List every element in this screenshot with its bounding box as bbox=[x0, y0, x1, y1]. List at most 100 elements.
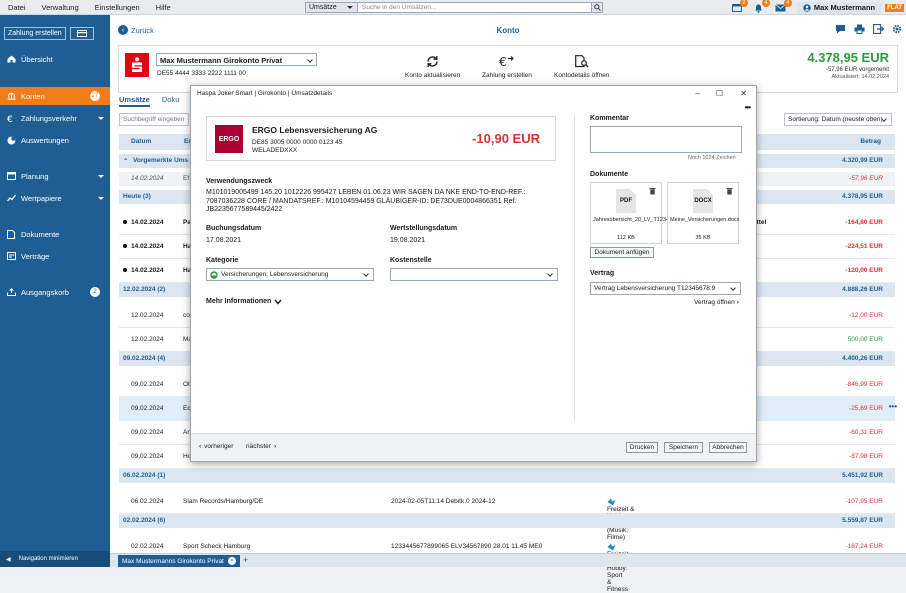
minimize-window-button[interactable]: – bbox=[696, 89, 700, 98]
last-updated: Aktualisiert: 14.02.2024 bbox=[831, 74, 889, 80]
menu-file[interactable]: Datei bbox=[0, 3, 34, 12]
top-icons: 2 4 4 Max Mustermann FLAT bbox=[731, 0, 906, 15]
row-purpose: 2024-02-05T11:14 Debitk.0 2024-12 bbox=[391, 498, 496, 505]
document-size: 112 KB bbox=[617, 235, 635, 241]
group-label: 09.02.2024 (4) bbox=[123, 355, 166, 362]
payee-name: ERGO Lebensversicherung AG bbox=[252, 125, 378, 135]
refresh-account-button[interactable]: Konto aktualisieren bbox=[405, 54, 460, 79]
cost-center-select[interactable] bbox=[390, 268, 558, 281]
maximize-window-button[interactable]: ☐ bbox=[716, 89, 723, 98]
row-amount: 4.888,26 EUR bbox=[842, 286, 883, 293]
bank-icon bbox=[7, 92, 15, 100]
previous-button[interactable]: ‹ vorheriger bbox=[199, 443, 233, 450]
row-amount: -187,24 EUR bbox=[845, 543, 883, 550]
sidebar-item-contracts[interactable]: Verträge bbox=[0, 247, 110, 265]
document-name: Jahresübersicht_20_LV_T12345678.9.pdf bbox=[593, 217, 696, 223]
open-contract-link[interactable]: Vertrag öffnen › bbox=[694, 299, 739, 306]
card-button[interactable] bbox=[69, 27, 94, 40]
sidebar-item-documents[interactable]: Dokumente bbox=[0, 225, 110, 243]
create-payment-button[interactable]: € Zahlung erstellen bbox=[482, 54, 532, 79]
chevron-up-icon[interactable]: ⌃ bbox=[123, 157, 128, 165]
search-scope-select[interactable]: Umsätze bbox=[306, 3, 358, 12]
menu-settings[interactable]: Einstellungen bbox=[87, 3, 148, 12]
cancel-button[interactable]: Abbrechen bbox=[709, 442, 747, 453]
comment-textarea[interactable] bbox=[590, 126, 742, 153]
export-icon[interactable] bbox=[873, 24, 884, 34]
sidebar-item-payments[interactable]: € Zahlungsverkehr bbox=[0, 109, 110, 127]
row-amount: -87,98 EUR bbox=[849, 453, 883, 460]
category-select[interactable]: Versicherungen: Lebensversicherung bbox=[206, 268, 374, 281]
table-row[interactable]: 06.02.2024 Slam Records/Hamburg/DE 2024-02… bbox=[119, 490, 895, 541]
calendar-icon bbox=[6, 172, 16, 180]
row-amount: 5.451,92 EUR bbox=[842, 472, 883, 479]
print-icon[interactable] bbox=[854, 24, 865, 34]
column-amount[interactable]: Betrag bbox=[860, 138, 881, 145]
group-header-row[interactable]: 02.02.2024 (6) 5.559,87 EUR bbox=[119, 514, 895, 528]
user-menu[interactable]: Max Mustermann bbox=[796, 1, 882, 14]
save-button[interactable]: Speichern bbox=[664, 442, 703, 453]
print-button[interactable]: Drucken bbox=[626, 442, 658, 453]
notifications-badge: 4 bbox=[761, 0, 770, 7]
account-select[interactable]: Max Mustermann Girokonto Privat bbox=[156, 53, 317, 66]
sidebar-item-overview[interactable]: Übersicht bbox=[0, 50, 110, 68]
more-info-toggle[interactable]: Mehr Informationen bbox=[206, 298, 282, 305]
trash-icon[interactable] bbox=[726, 187, 733, 195]
sidebar-item-accounts[interactable]: Konten 27 bbox=[0, 87, 110, 105]
sidebar-item-securities[interactable]: Wertpapiere bbox=[0, 189, 110, 207]
messages-button[interactable]: 4 bbox=[775, 0, 792, 13]
row-date: 14.02.2024 bbox=[131, 175, 164, 182]
calendar-button[interactable]: 2 bbox=[731, 0, 748, 13]
sidebar-item-analytics[interactable]: Auswertungen bbox=[0, 131, 110, 149]
sidebar-item-planning[interactable]: Planung bbox=[0, 167, 110, 185]
account-document-tab[interactable]: Max Mustermanns Girokonto Privat × bbox=[118, 555, 240, 567]
trash-icon[interactable] bbox=[649, 187, 656, 195]
sort-select[interactable]: Sortierung: Datum (neuste oben) bbox=[784, 113, 892, 126]
sparkasse-s-icon bbox=[132, 57, 142, 72]
document-card-pdf[interactable]: PDF Jahresübersicht_20_LV_T12345678.9.pd… bbox=[590, 182, 696, 244]
more-options-icon[interactable]: ••• bbox=[745, 103, 751, 112]
transaction-details-dialog: Haspa Joker Smart | Girokonto | Umsatzde… bbox=[190, 85, 757, 462]
menu-administration[interactable]: Verwaltung bbox=[34, 3, 87, 12]
open-account-details-button[interactable]: Kontodetails öffnen bbox=[554, 54, 610, 79]
transaction-filter-input[interactable]: Suchbegriff eingeben bbox=[119, 113, 189, 126]
chevron-down-icon bbox=[98, 175, 104, 181]
document-name: Meine_Versicherungen.docx bbox=[670, 217, 740, 223]
tab-transactions[interactable]: Umsätze bbox=[119, 95, 150, 107]
row-date: 12.02.2024 bbox=[131, 336, 164, 343]
make-payment-button[interactable]: Zahlung erstellen bbox=[4, 27, 66, 40]
dialog-divider bbox=[574, 116, 575, 421]
unread-dot-icon bbox=[123, 268, 127, 272]
close-icon[interactable]: × bbox=[227, 557, 236, 565]
column-date[interactable]: Datum bbox=[131, 138, 151, 145]
contract-select[interactable]: Vertrag Lebensversicherung T12345678.9 bbox=[590, 282, 741, 295]
previous-label: vorheriger bbox=[204, 443, 234, 450]
payee-card: ERGO ERGO Lebensversicherung AG DE85 300… bbox=[206, 116, 556, 161]
notifications-button[interactable]: 4 bbox=[753, 0, 770, 13]
balance-amount: 4.378,95 EUR bbox=[807, 50, 889, 65]
sidebar-item-outbox[interactable]: Ausgangskorb 2 bbox=[0, 283, 110, 301]
attach-document-button[interactable]: Dokument anfügen bbox=[590, 247, 654, 258]
chevron-down-icon bbox=[98, 197, 104, 203]
booking-date: 17.08.2021 bbox=[206, 237, 242, 244]
search-input[interactable]: Suche in den Umsätzen... bbox=[358, 3, 591, 12]
row-date: 14.02.2024 bbox=[131, 243, 164, 250]
calendar-badge: 2 bbox=[739, 0, 748, 7]
contract-icon bbox=[6, 252, 16, 260]
next-button[interactable]: nächster › bbox=[246, 443, 276, 450]
search-button[interactable] bbox=[591, 3, 602, 12]
tab-documents[interactable]: Doku bbox=[162, 95, 180, 107]
global-search: Umsätze Suche in den Umsätzen... bbox=[305, 2, 603, 13]
chat-icon[interactable] bbox=[835, 24, 846, 34]
group-header-row[interactable]: 06.02.2024 (1) 5.451,92 EUR bbox=[119, 469, 895, 483]
minimize-navigation-button[interactable]: ◀ Navigation minimieren bbox=[0, 551, 110, 567]
create-payment-label: Zahlung erstellen bbox=[482, 72, 532, 79]
settings-icon[interactable] bbox=[892, 24, 902, 34]
menu-help[interactable]: Hilfe bbox=[148, 3, 179, 12]
document-card-docx[interactable]: DOCX Meine_Versicherungen.docx 35 KB bbox=[667, 182, 739, 244]
sidebar-item-label: Wertpapiere bbox=[21, 193, 62, 203]
chevron-right-icon: › bbox=[273, 443, 277, 450]
home-icon bbox=[7, 55, 15, 63]
close-window-button[interactable]: ✕ bbox=[740, 89, 747, 98]
add-tab-button[interactable]: + bbox=[243, 555, 248, 565]
row-more-icon[interactable]: ••• bbox=[889, 402, 897, 411]
